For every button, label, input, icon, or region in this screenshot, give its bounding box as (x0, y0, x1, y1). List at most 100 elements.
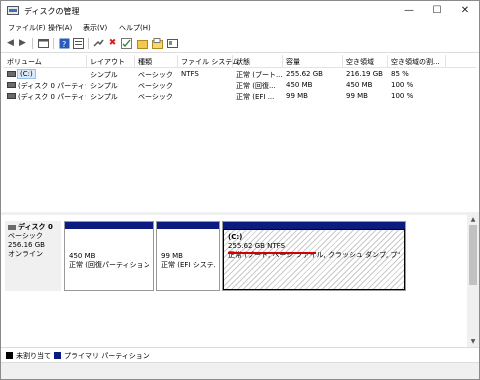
scroll-down-icon[interactable]: ▼ (467, 337, 479, 347)
back-icon[interactable]: ◀ (5, 38, 16, 49)
title-bar: ディスクの管理 — ☐ ✕ (1, 1, 479, 21)
status-cell: 正常 (ブート... (236, 71, 282, 79)
properties-icon[interactable] (73, 38, 84, 49)
layout-cell: シンプル (90, 71, 118, 79)
disk-name: ディスク 0 (18, 223, 53, 231)
column-header-free-percent[interactable]: 空き領域の割... (391, 57, 440, 67)
column-divider[interactable] (282, 55, 283, 67)
disk-type: ベーシック (8, 232, 43, 240)
type-cell: ベーシック (138, 82, 173, 90)
partition-body: 450 MB 正常 (回復パーティション) (65, 229, 153, 290)
primary-partition-bar (223, 222, 405, 229)
menu-view[interactable]: 表示(V) (83, 23, 107, 33)
column-header-volume[interactable]: ボリューム (7, 57, 42, 67)
partition-size: 255.62 GB NTFS (228, 242, 286, 250)
volume-table: ボリューム レイアウト 種類 ファイル システム 状態 容量 空き領域 空き領域… (4, 55, 476, 212)
legend-primary-partition: プライマリ パーティション (64, 352, 150, 360)
window-title: ディスクの管理 (24, 7, 80, 16)
partition-status: 正常 (EFI システム (161, 261, 215, 269)
primary-partition-bar (157, 222, 219, 229)
disk-state: オンライン (8, 250, 43, 258)
free-percent-cell: 85 % (391, 70, 409, 78)
table-row[interactable]: (ディスク 0 パーティシ... シンプル ベーシック 正常 (EFI ... … (4, 91, 476, 102)
disk-management-icon (7, 6, 19, 15)
column-divider[interactable] (342, 55, 343, 67)
scrollbar-thumb[interactable] (469, 225, 477, 285)
free-space-cell: 99 MB (346, 92, 368, 100)
disk-size: 256.16 GB (8, 241, 45, 249)
layout-cell: シンプル (90, 82, 118, 90)
partition-recovery[interactable]: 450 MB 正常 (回復パーティション) (64, 221, 154, 291)
type-cell: ベーシック (138, 71, 173, 79)
svg-text:?: ? (62, 40, 66, 49)
capacity-cell: 255.62 GB (286, 70, 323, 78)
capacity-cell: 99 MB (286, 92, 308, 100)
column-header-status[interactable]: 状態 (236, 57, 250, 67)
new-folder-icon[interactable] (137, 38, 148, 49)
view-icon[interactable] (167, 38, 178, 49)
table-header: ボリューム レイアウト 種類 ファイル システム 状態 容量 空き領域 空き領域… (4, 55, 476, 68)
disk-name-row: ディスク 0 (8, 223, 58, 232)
table-row[interactable]: (ディスク 0 パーティシ... シンプル ベーシック 正常 (回復... 45… (4, 80, 476, 91)
menu-help[interactable]: ヘルプ(H) (119, 23, 151, 33)
maximize-button[interactable]: ☐ (422, 1, 452, 21)
column-header-layout[interactable]: レイアウト (90, 57, 125, 67)
scroll-up-icon[interactable]: ▲ (467, 215, 479, 225)
delete-icon[interactable]: ✖ (107, 38, 118, 49)
vertical-scrollbar[interactable]: ▲ ▼ (467, 215, 479, 347)
partition-size: 450 MB (69, 252, 96, 260)
free-space-cell: 216.19 GB (346, 70, 383, 78)
status-bar (1, 362, 479, 379)
column-header-type[interactable]: 種類 (138, 57, 152, 67)
console-icon[interactable] (38, 38, 49, 49)
legend-unallocated: 未割り当て (16, 352, 51, 360)
volume-icon (7, 82, 16, 88)
column-divider[interactable] (232, 55, 233, 67)
toolbar-separator (88, 38, 89, 49)
column-divider[interactable] (177, 55, 178, 67)
partition-size: 99 MB (161, 252, 183, 260)
column-header-capacity[interactable]: 容量 (286, 57, 300, 67)
partition-body: (C:) 255.62 GB NTFS 正常 (ブート, ページ ファイル, ク… (223, 229, 405, 290)
legend-bar: 未割り当て プライマリ パーティション (1, 347, 479, 361)
column-divider[interactable] (86, 55, 87, 67)
capacity-cell: 450 MB (286, 81, 313, 89)
minimize-button[interactable]: — (394, 1, 424, 21)
column-header-free-space[interactable]: 空き領域 (346, 57, 374, 67)
column-header-filesystem[interactable]: ファイル システム (181, 57, 239, 67)
disk-management-window: ディスクの管理 — ☐ ✕ ファイル(F) 操作(A) 表示(V) ヘルプ(H)… (0, 0, 480, 380)
unallocated-swatch (6, 352, 13, 359)
red-underline-annotation (228, 252, 316, 254)
column-divider[interactable] (387, 55, 388, 67)
help-icon[interactable]: ? (59, 38, 70, 49)
close-button[interactable]: ✕ (450, 1, 480, 21)
open-icon[interactable] (152, 38, 163, 49)
filesystem-cell: NTFS (181, 70, 199, 78)
toolbar-separator (32, 38, 33, 49)
check-icon[interactable] (121, 38, 132, 49)
menu-bar: ファイル(F) 操作(A) 表示(V) ヘルプ(H) (1, 21, 479, 34)
column-divider[interactable] (445, 55, 446, 67)
volume-name: (C:) (17, 69, 36, 79)
menu-action[interactable]: 操作(A) (48, 23, 72, 33)
disk-icon (8, 224, 16, 230)
toolbar: ◀ ▶ ? ✖ (1, 35, 479, 53)
primary-partition-swatch (54, 352, 61, 359)
volume-name: (ディスク 0 パーティシ... (18, 93, 86, 101)
menu-file[interactable]: ファイル(F) (8, 23, 46, 33)
free-space-cell: 450 MB (346, 81, 373, 89)
forward-icon[interactable]: ▶ (17, 38, 28, 49)
layout-cell: シンプル (90, 93, 118, 101)
free-percent-cell: 100 % (391, 81, 414, 89)
partition-efi[interactable]: 99 MB 正常 (EFI システム (156, 221, 220, 291)
partition-c-drive[interactable]: (C:) 255.62 GB NTFS 正常 (ブート, ページ ファイル, ク… (222, 221, 406, 291)
free-percent-cell: 100 % (391, 92, 414, 100)
connect-icon[interactable] (93, 38, 104, 49)
column-divider[interactable] (134, 55, 135, 67)
disk-info[interactable]: ディスク 0 ベーシック 256.16 GB オンライン (5, 221, 61, 291)
primary-partition-bar (65, 222, 153, 229)
partition-name: (C:) (228, 233, 243, 241)
partition-body: 99 MB 正常 (EFI システム (157, 229, 219, 290)
table-row[interactable]: (C:) シンプル ベーシック NTFS 正常 (ブート... 255.62 G… (4, 69, 476, 80)
toolbar-separator (53, 38, 54, 49)
